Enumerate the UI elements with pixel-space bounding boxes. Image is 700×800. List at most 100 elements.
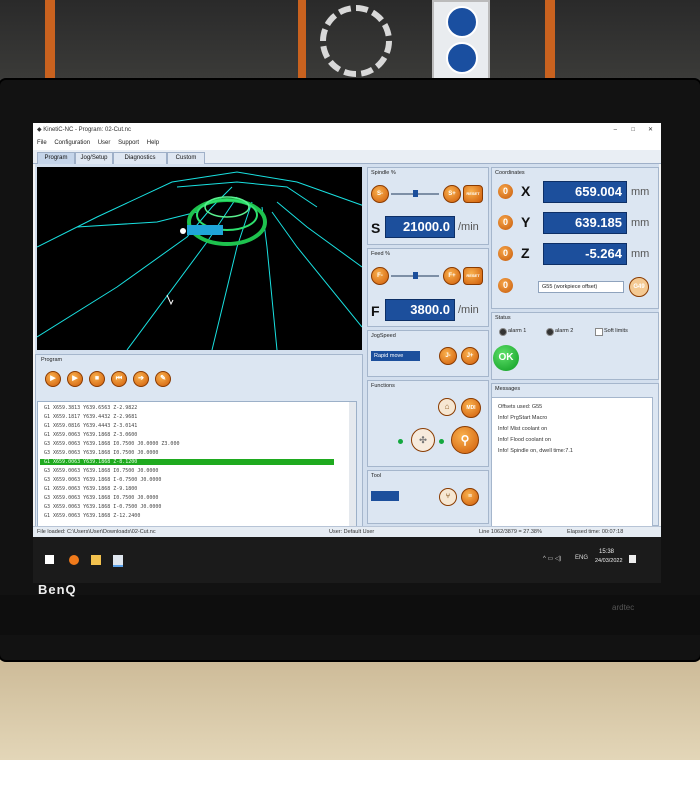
code-line-selected[interactable]: G1 X659.0063 Y639.1868 Z-8.1200 <box>40 459 334 465</box>
spindle-unit: /min <box>458 221 479 233</box>
code-scrollbar[interactable] <box>349 402 356 526</box>
feed-rate-value: 3800.0 <box>385 299 455 321</box>
zero-x-button[interactable]: 0 <box>498 184 513 199</box>
toolpath-graphic <box>37 171 362 350</box>
tool-select[interactable] <box>371 491 399 501</box>
axis-z-label: Z <box>521 245 530 261</box>
safety-signs <box>432 0 490 84</box>
code-line[interactable]: G3 X659.0063 Y639.1868 I-0.7500 J0.0000 <box>44 477 161 483</box>
code-line[interactable]: G3 X659.0063 Y639.1868 I-0.7500 J0.0000 <box>44 504 161 510</box>
feed-unit: /min <box>458 304 479 316</box>
clock-date[interactable]: 24/03/2022 <box>595 558 623 564</box>
notification-icon[interactable] <box>629 555 636 563</box>
code-line[interactable]: G1 X659.3813 Y639.6563 Z-2.9822 <box>44 405 137 411</box>
code-line[interactable]: G3 X659.0063 Y639.1868 I0.7500 J0.0000 <box>44 450 158 456</box>
screen: ◆ KinetiC-NC - Program: 02-Cut.nc – □ ✕ … <box>33 123 661 583</box>
window-title: KinetiC-NC - Program: 02-Cut.nc <box>43 127 131 133</box>
feed-plus-button[interactable]: F+ <box>443 267 461 285</box>
program-panel-title: Program <box>41 357 63 363</box>
machine-hose <box>320 5 392 77</box>
feed-slider-thumb[interactable] <box>413 272 418 279</box>
coolant-flood-button[interactable]: ⚲ <box>451 426 479 454</box>
coolant-mist-button[interactable]: ✣ <box>411 428 435 452</box>
menu-user[interactable]: User <box>98 140 111 146</box>
feed-reset-button[interactable]: RESET <box>463 267 483 285</box>
stop-button[interactable]: ■ <box>89 371 105 387</box>
message-line: Info! Spindle on, dwell time:7.1 <box>498 448 573 454</box>
spindle-minus-button[interactable]: S- <box>371 185 389 203</box>
menu-file[interactable]: File <box>37 140 47 146</box>
messages-title: Messages <box>495 386 521 392</box>
coordinates-title: Coordinates <box>495 170 525 176</box>
jog-speed-title: JogSpeed <box>371 333 396 339</box>
axis-z-unit: mm <box>631 248 650 260</box>
zero-y-button[interactable]: 0 <box>498 215 513 230</box>
jog-plus-button[interactable]: J+ <box>461 347 479 365</box>
edit-program-button[interactable]: ✎ <box>155 371 171 387</box>
monitor-brand: BenQ <box>38 582 77 597</box>
file-explorer-icon[interactable] <box>91 555 101 565</box>
spindle-title: Spindle % <box>371 170 396 176</box>
kinetic-nc-taskbar-icon[interactable] <box>113 555 123 567</box>
tool-change-button[interactable]: ⑂ <box>439 488 457 506</box>
step-button[interactable]: ▶ <box>67 371 83 387</box>
tray-icons[interactable]: ^ ▭ ◁) <box>543 555 561 562</box>
axis-x-unit: mm <box>631 186 650 198</box>
soft-limits-label: Soft limits <box>604 328 628 334</box>
safety-sign-icon <box>446 6 478 38</box>
jog-minus-button[interactable]: J- <box>439 347 457 365</box>
tool-table-button[interactable]: ≡ <box>461 488 479 506</box>
firefox-icon[interactable] <box>69 555 79 565</box>
tab-jog-setup[interactable]: Jog/Setup <box>75 152 113 164</box>
rewind-button[interactable]: ⏮ <box>111 371 127 387</box>
coolant-led-icon <box>439 439 444 444</box>
code-line[interactable]: G3 X659.0063 Y639.1868 I0.7500 J0.0000 <box>44 468 158 474</box>
close-button[interactable]: ✕ <box>648 123 653 137</box>
spindle-led-icon <box>398 439 403 444</box>
jog-mode-select[interactable]: Rapid move <box>371 351 420 361</box>
clock-time[interactable]: 15:38 <box>599 549 614 555</box>
code-line[interactable]: G3 X659.0063 Y639.1868 I0.7500 J0.0000 Z… <box>44 441 179 447</box>
menu-support[interactable]: Support <box>118 140 139 146</box>
menu-configuration[interactable]: Configuration <box>54 140 90 146</box>
messages-list[interactable]: Offsets used: G55 Info! PrgStart Macro I… <box>491 397 653 527</box>
status-panel: Status <box>491 312 659 380</box>
desk <box>0 660 700 760</box>
tab-program[interactable]: Program <box>37 152 75 164</box>
menu-help[interactable]: Help <box>147 140 159 146</box>
code-line[interactable]: G1 X659.0063 Y639.1868 Z-12.2400 <box>44 513 140 519</box>
start-button[interactable]: ▶ <box>45 371 61 387</box>
monitor-brand-right: ardtec <box>612 603 635 612</box>
code-line[interactable]: G1 X659.0063 Y639.1868 Z-3.0600 <box>44 432 137 438</box>
alarm2-label: alarm 2 <box>555 328 574 334</box>
message-line: Info! Mist coolant on <box>498 426 548 432</box>
windows-start-icon[interactable] <box>45 555 54 564</box>
toolpath-viewport[interactable] <box>37 167 362 350</box>
minimize-button[interactable]: – <box>614 123 617 137</box>
work-offset-select[interactable]: G55 (workpiece offset) <box>538 281 624 293</box>
code-line[interactable]: G1 X659.0816 Y639.4443 Z-3.0141 <box>44 423 137 429</box>
code-line[interactable]: G1 X659.0063 Y639.1868 Z-9.1800 <box>44 486 137 492</box>
tab-diagnostics[interactable]: Diagnostics <box>113 152 167 164</box>
home-button[interactable]: ⌂ <box>438 398 456 416</box>
spindle-reset-button[interactable]: RESET <box>463 185 483 203</box>
spindle-label: S <box>371 220 381 236</box>
feed-minus-button[interactable]: F- <box>371 267 389 285</box>
spindle-plus-button[interactable]: S+ <box>443 185 461 203</box>
code-line[interactable]: G1 X659.1817 Y639.4432 Z-2.9681 <box>44 414 137 420</box>
zero-z-button[interactable]: 0 <box>498 246 513 261</box>
orange-pillar <box>45 0 55 80</box>
language-indicator[interactable]: ENG <box>575 555 588 561</box>
run-from-line-button[interactable]: ➔ <box>133 371 149 387</box>
program-code-list[interactable]: G1 X659.3813 Y639.6563 Z-2.9822 G1 X659.… <box>37 401 357 527</box>
maximize-button[interactable]: □ <box>631 123 635 137</box>
status-ok-indicator: OK <box>493 345 519 371</box>
g49-button[interactable]: G49 <box>629 277 649 297</box>
code-line[interactable]: G3 X659.0063 Y639.1868 I0.7500 J0.0000 <box>44 495 158 501</box>
spindle-slider-thumb[interactable] <box>413 190 418 197</box>
zero-all-button[interactable]: 0 <box>498 278 513 293</box>
soft-limits-checkbox[interactable] <box>595 328 603 336</box>
monitor-bezel <box>0 595 700 635</box>
tab-custom[interactable]: Custom <box>167 152 205 164</box>
mdi-button[interactable]: MDI <box>461 398 481 418</box>
